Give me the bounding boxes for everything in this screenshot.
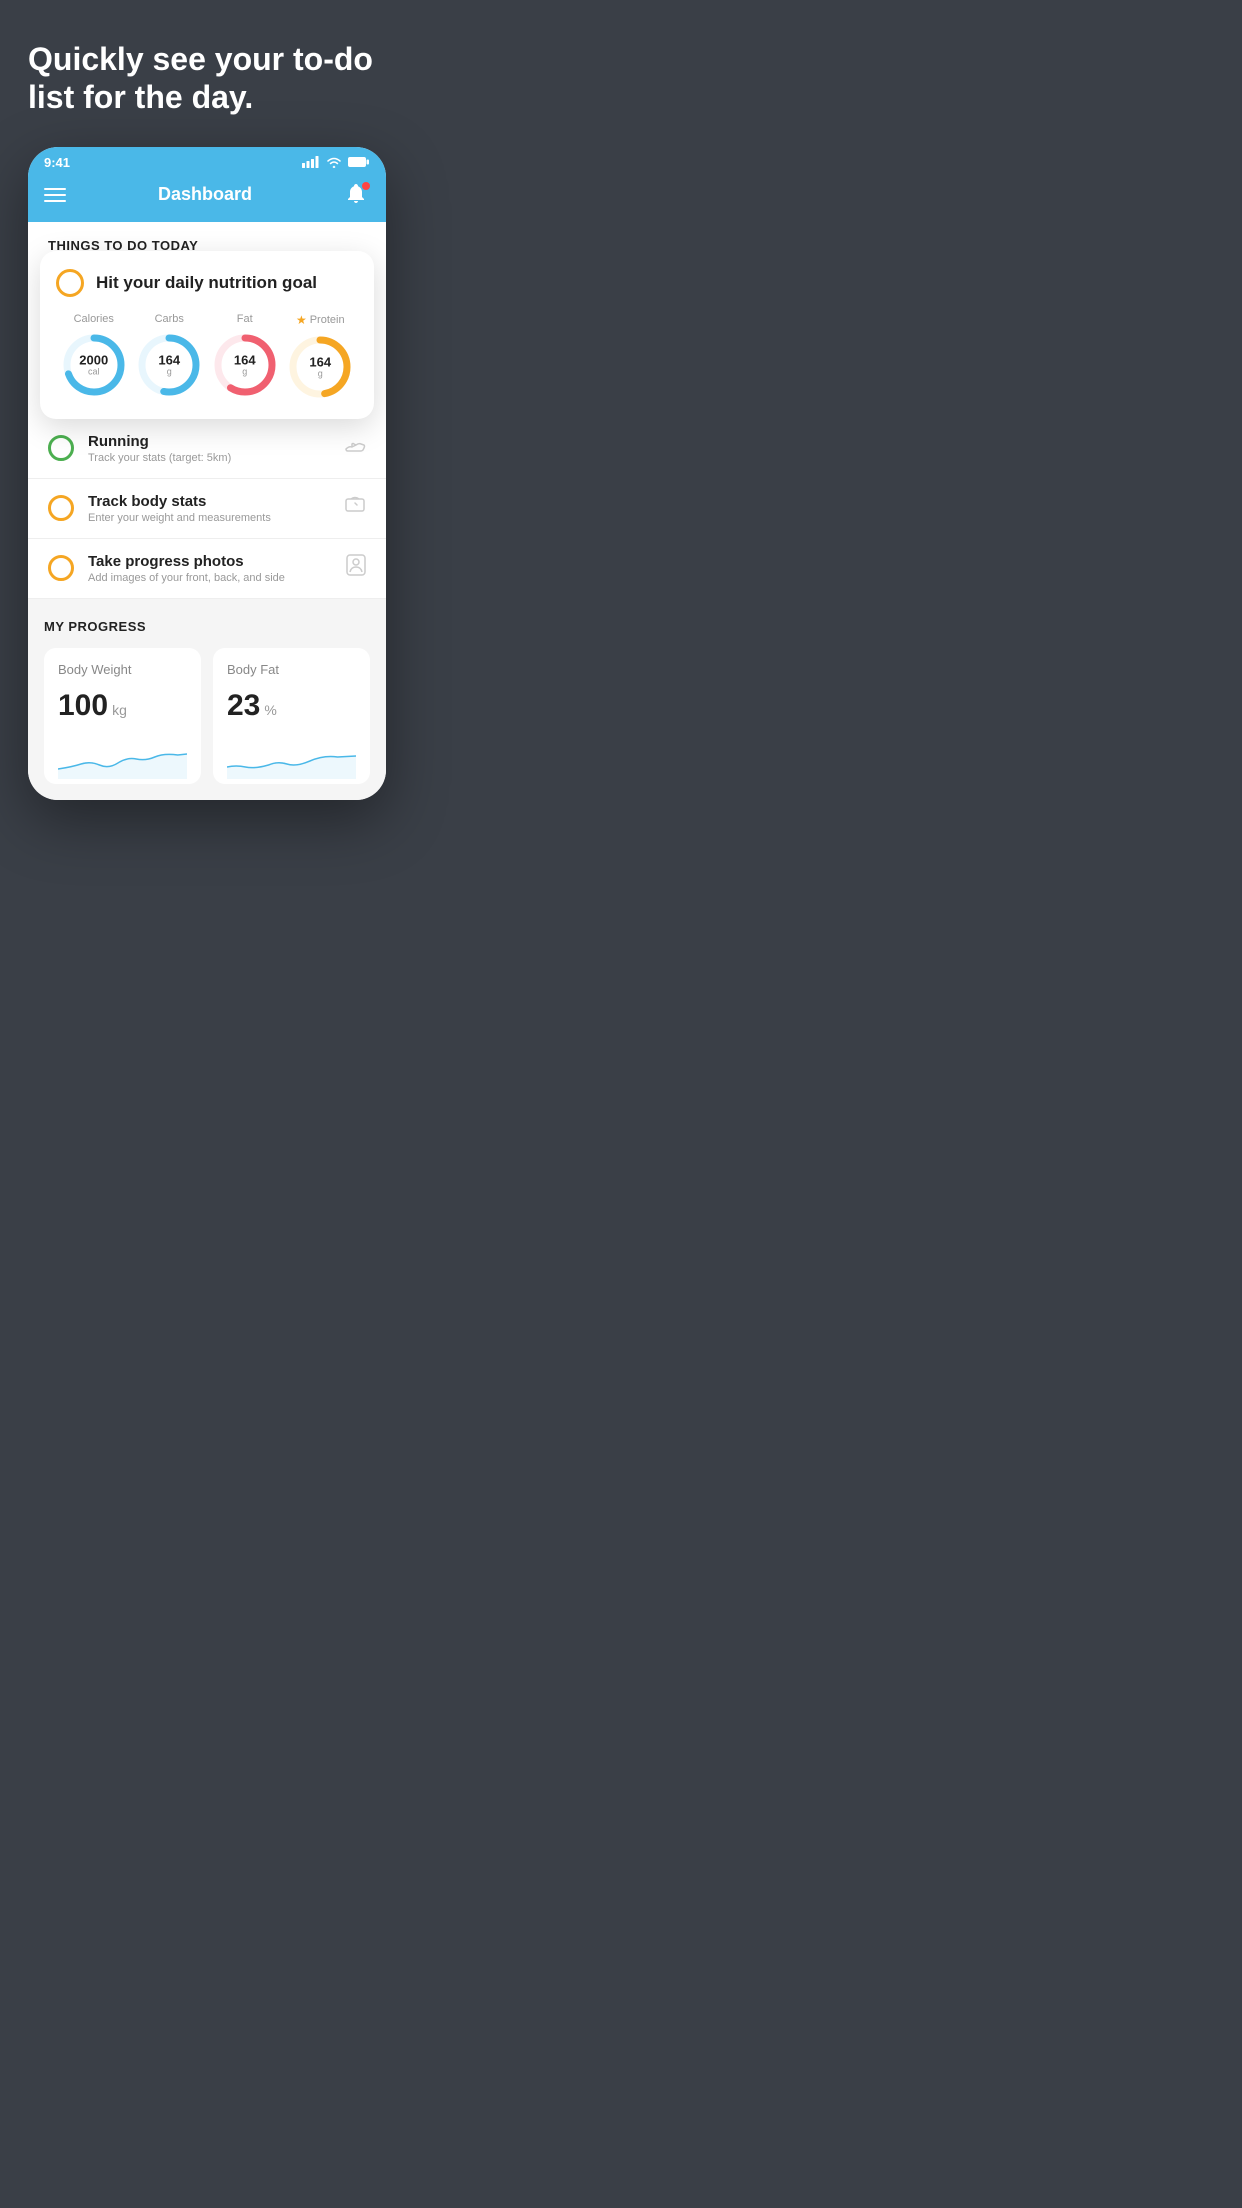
hamburger-menu[interactable] bbox=[44, 188, 66, 202]
carbs-value: 164 bbox=[158, 353, 180, 366]
status-time: 9:41 bbox=[44, 155, 70, 170]
body-weight-value-row: 100 kg bbox=[58, 689, 187, 723]
stat-carbs: Carbs 164 g bbox=[135, 313, 203, 399]
calories-value: 2000 bbox=[79, 353, 108, 366]
photos-subtitle: Add images of your front, back, and side bbox=[88, 572, 332, 584]
page-background: Quickly see your to-do list for the day.… bbox=[0, 0, 414, 840]
running-text: Running Track your stats (target: 5km) bbox=[88, 433, 330, 464]
photos-title: Take progress photos bbox=[88, 553, 332, 570]
stat-protein: ★ Protein 164 g bbox=[286, 313, 354, 401]
signal-icon bbox=[302, 156, 320, 168]
progress-header: MY PROGRESS bbox=[44, 619, 370, 634]
todo-list: Running Track your stats (target: 5km) T… bbox=[28, 419, 386, 599]
card-header: Hit your daily nutrition goal bbox=[56, 269, 358, 297]
hero-text: Quickly see your to-do list for the day. bbox=[28, 40, 386, 117]
wifi-icon bbox=[326, 156, 342, 168]
body-weight-title: Body Weight bbox=[58, 662, 187, 677]
star-icon: ★ bbox=[296, 313, 307, 327]
fat-label: Fat bbox=[237, 313, 253, 325]
stat-calories: Calories 2000 cal bbox=[60, 313, 128, 399]
bodystats-title: Track body stats bbox=[88, 493, 330, 510]
protein-value: 164 bbox=[309, 355, 331, 368]
running-check[interactable] bbox=[48, 435, 74, 461]
bottom-bg bbox=[28, 800, 386, 840]
bodystats-subtitle: Enter your weight and measurements bbox=[88, 512, 330, 524]
battery-icon bbox=[348, 156, 370, 168]
carbs-unit: g bbox=[158, 366, 180, 376]
progress-section: MY PROGRESS Body Weight 100 kg B bbox=[28, 599, 386, 800]
protein-donut: 164 g bbox=[286, 333, 354, 401]
bodystats-check[interactable] bbox=[48, 495, 74, 521]
calories-donut: 2000 cal bbox=[60, 331, 128, 399]
nutrition-card: Hit your daily nutrition goal Calories 2… bbox=[40, 251, 374, 419]
shoe-icon bbox=[344, 436, 366, 460]
top-bar-title: Dashboard bbox=[158, 184, 252, 205]
fat-value: 164 bbox=[234, 353, 256, 366]
notification-bell[interactable] bbox=[344, 182, 370, 208]
todo-item-running[interactable]: Running Track your stats (target: 5km) bbox=[28, 419, 386, 479]
carbs-donut: 164 g bbox=[135, 331, 203, 399]
calories-label: Calories bbox=[74, 313, 114, 325]
protein-label: ★ Protein bbox=[296, 313, 345, 327]
person-icon bbox=[346, 554, 366, 582]
body-fat-title: Body Fat bbox=[227, 662, 356, 677]
body-weight-value: 100 bbox=[58, 689, 108, 723]
photos-text: Take progress photos Add images of your … bbox=[88, 553, 332, 584]
status-icons bbox=[302, 156, 370, 168]
body-fat-chart bbox=[227, 739, 356, 779]
carbs-label: Carbs bbox=[155, 313, 184, 325]
body-weight-unit: kg bbox=[112, 702, 127, 718]
fat-unit: g bbox=[234, 366, 256, 376]
protein-unit: g bbox=[309, 368, 331, 378]
fat-donut: 164 g bbox=[211, 331, 279, 399]
nutrition-card-title: Hit your daily nutrition goal bbox=[96, 273, 317, 293]
body-fat-unit: % bbox=[264, 702, 276, 718]
photos-check[interactable] bbox=[48, 555, 74, 581]
todo-item-bodystats[interactable]: Track body stats Enter your weight and m… bbox=[28, 479, 386, 539]
bodystats-text: Track body stats Enter your weight and m… bbox=[88, 493, 330, 524]
calories-unit: cal bbox=[79, 366, 108, 376]
todo-item-photos[interactable]: Take progress photos Add images of your … bbox=[28, 539, 386, 599]
nutrition-stats: Calories 2000 cal Carbs bbox=[56, 313, 358, 401]
body-weight-chart bbox=[58, 739, 187, 779]
body-fat-value-row: 23 % bbox=[227, 689, 356, 723]
running-title: Running bbox=[88, 433, 330, 450]
scale-icon bbox=[344, 495, 366, 521]
body-fat-value: 23 bbox=[227, 689, 260, 723]
stat-fat: Fat 164 g bbox=[211, 313, 279, 399]
running-subtitle: Track your stats (target: 5km) bbox=[88, 452, 330, 464]
body-fat-card[interactable]: Body Fat 23 % bbox=[213, 648, 370, 784]
notification-dot bbox=[362, 182, 370, 190]
body-weight-card[interactable]: Body Weight 100 kg bbox=[44, 648, 201, 784]
nutrition-check-circle[interactable] bbox=[56, 269, 84, 297]
progress-cards: Body Weight 100 kg Body Fat 23 % bbox=[44, 648, 370, 784]
top-bar: Dashboard bbox=[28, 174, 386, 222]
phone-mockup: 9:41 bbox=[28, 147, 386, 800]
status-bar: 9:41 bbox=[28, 147, 386, 174]
